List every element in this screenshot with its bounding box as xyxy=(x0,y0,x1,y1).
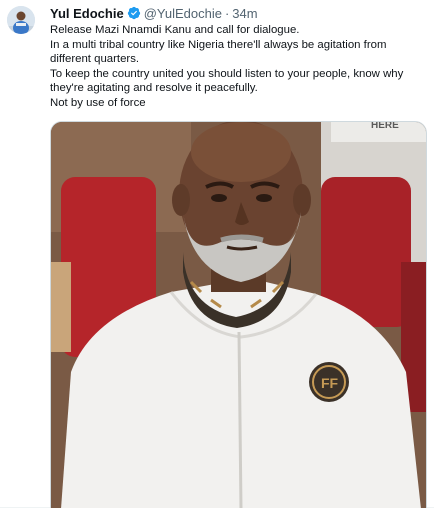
svg-text:FF: FF xyxy=(321,375,339,391)
tweet-header: Yul Edochie @YulEdochie · 34m xyxy=(50,4,426,22)
verified-badge-icon xyxy=(127,6,141,20)
avatar[interactable] xyxy=(7,6,35,34)
separator-dot: · xyxy=(224,5,230,21)
tweet-line: Not by use of force xyxy=(50,96,146,109)
photo-illustration: HERE FF xyxy=(51,122,426,508)
timestamp[interactable]: 34m xyxy=(232,6,257,21)
tweet-line: To keep the country united you should li… xyxy=(50,67,404,95)
tweet-text: Release Mazi Nnamdi Kanu and call for di… xyxy=(50,23,426,111)
tweet-card[interactable]: Yul Edochie @YulEdochie · 34m Release Ma… xyxy=(0,0,434,508)
author-handle[interactable]: @YulEdochie xyxy=(144,6,222,21)
tweet-line: Release Mazi Nnamdi Kanu and call for di… xyxy=(50,24,300,36)
author-name[interactable]: Yul Edochie xyxy=(50,6,124,21)
tweet-media-photo[interactable]: HERE FF xyxy=(50,121,427,508)
background-sign-text: HERE xyxy=(371,122,399,131)
avatar-column xyxy=(7,6,35,34)
tweet-content: Yul Edochie @YulEdochie · 34m Release Ma… xyxy=(50,4,426,111)
tweet-line: In a multi tribal country like Nigeria t… xyxy=(50,38,387,66)
